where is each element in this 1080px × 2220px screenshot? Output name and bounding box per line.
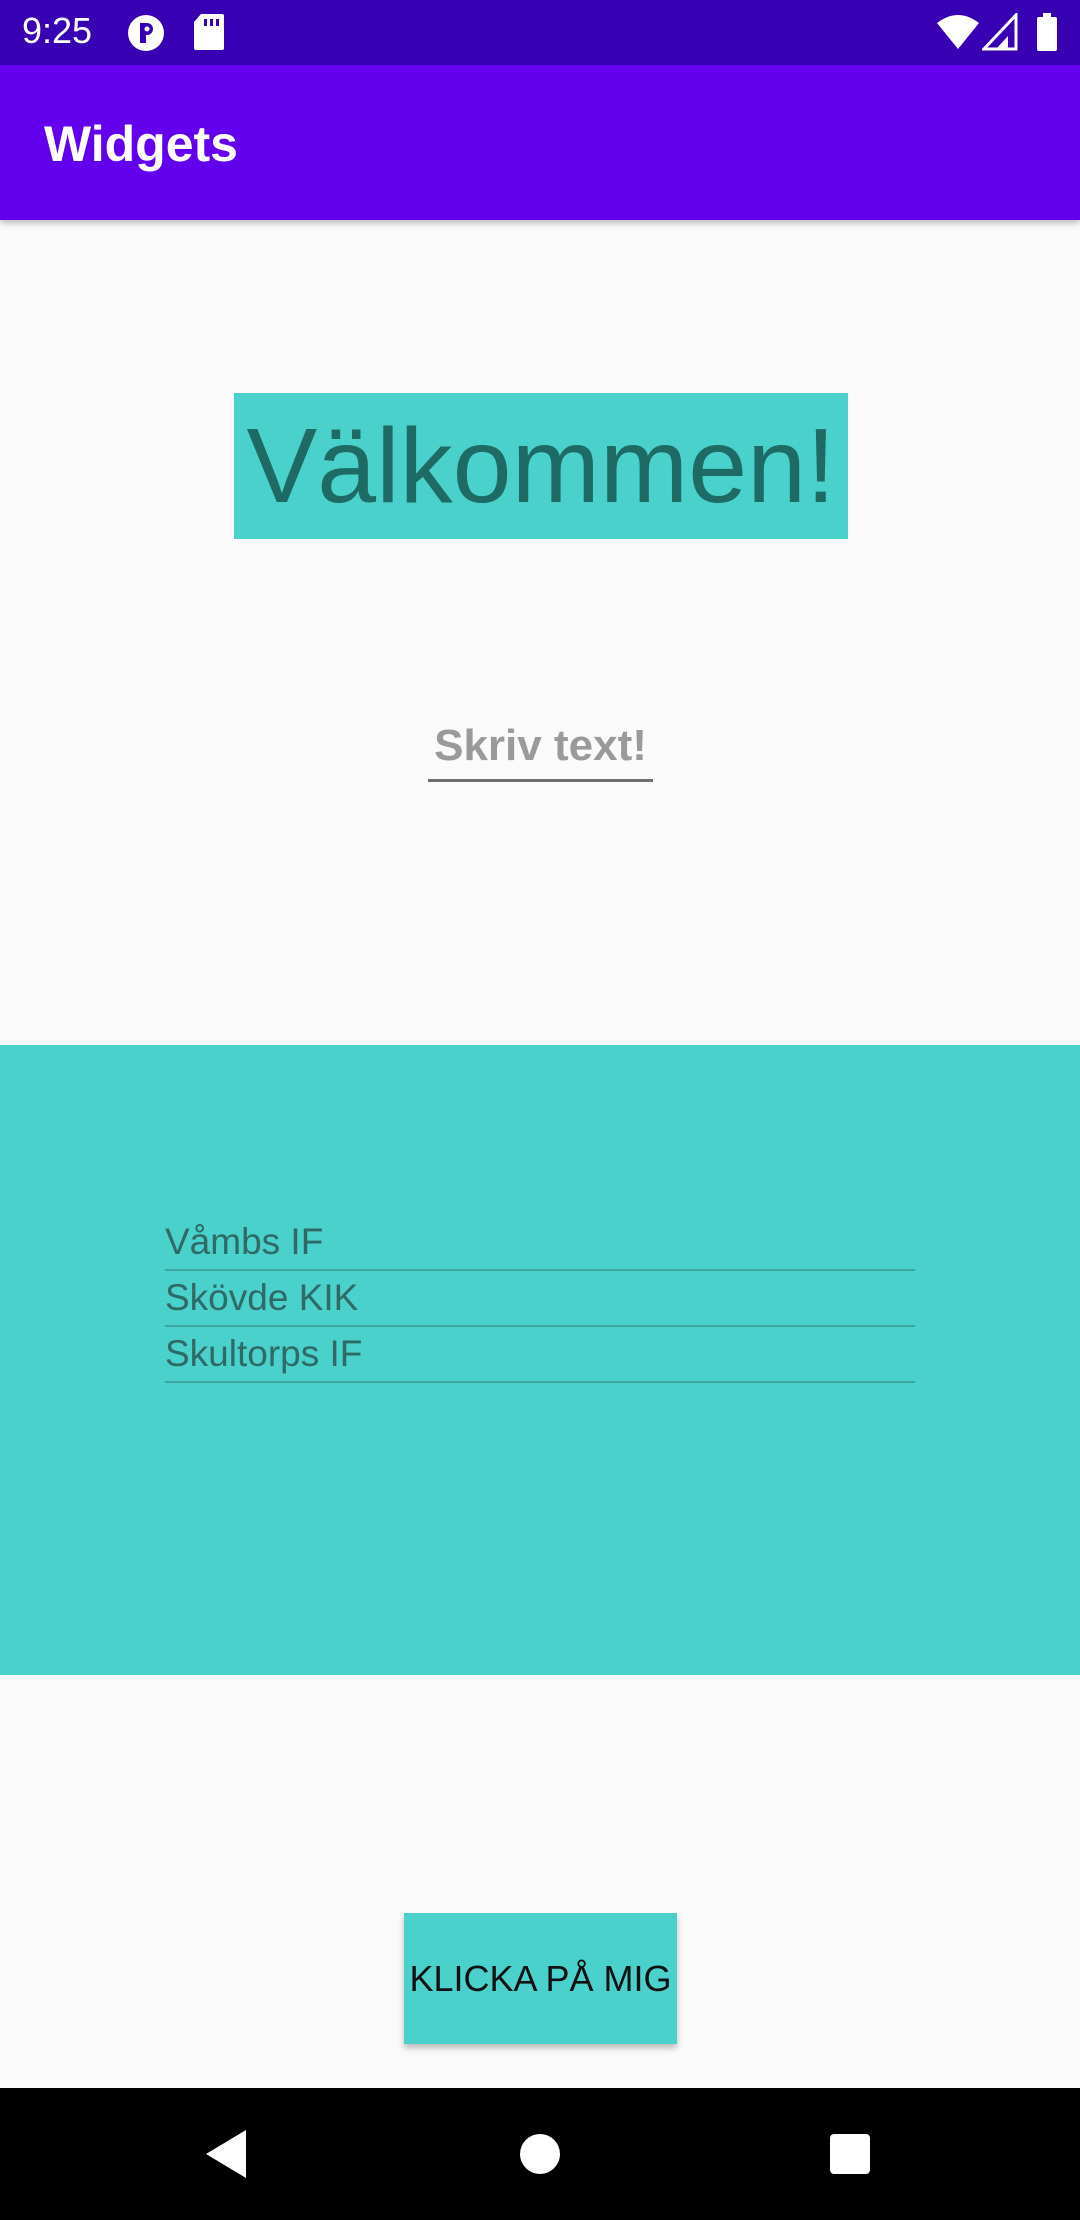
text-input[interactable] xyxy=(428,712,653,782)
signal-icon xyxy=(980,11,1018,56)
list-item[interactable]: Skultorps IF xyxy=(165,1327,915,1383)
home-icon[interactable] xyxy=(508,2122,572,2186)
team-list: Våmbs IF Skövde KIK Skultorps IF xyxy=(165,1215,915,1383)
wifi-icon xyxy=(936,13,980,56)
click-me-button[interactable]: KLICKA PÅ MIG xyxy=(404,1913,677,2044)
status-bar: 9:25 xyxy=(0,0,1080,65)
welcome-text: Välkommen! xyxy=(234,393,848,539)
battery-icon xyxy=(1036,13,1058,56)
back-icon[interactable] xyxy=(194,2122,258,2186)
recents-icon[interactable] xyxy=(818,2122,882,2186)
list-panel: Våmbs IF Skövde KIK Skultorps IF xyxy=(0,1045,1080,1675)
navigation-bar xyxy=(0,2088,1080,2220)
list-item[interactable]: Våmbs IF xyxy=(165,1215,915,1271)
list-item[interactable]: Skövde KIK xyxy=(165,1271,915,1327)
app-bar: Widgets xyxy=(0,65,1080,220)
status-time: 9:25 xyxy=(22,10,93,51)
app-title: Widgets xyxy=(44,116,238,172)
sd-card-icon xyxy=(193,13,225,56)
circle-p-icon xyxy=(126,13,166,58)
